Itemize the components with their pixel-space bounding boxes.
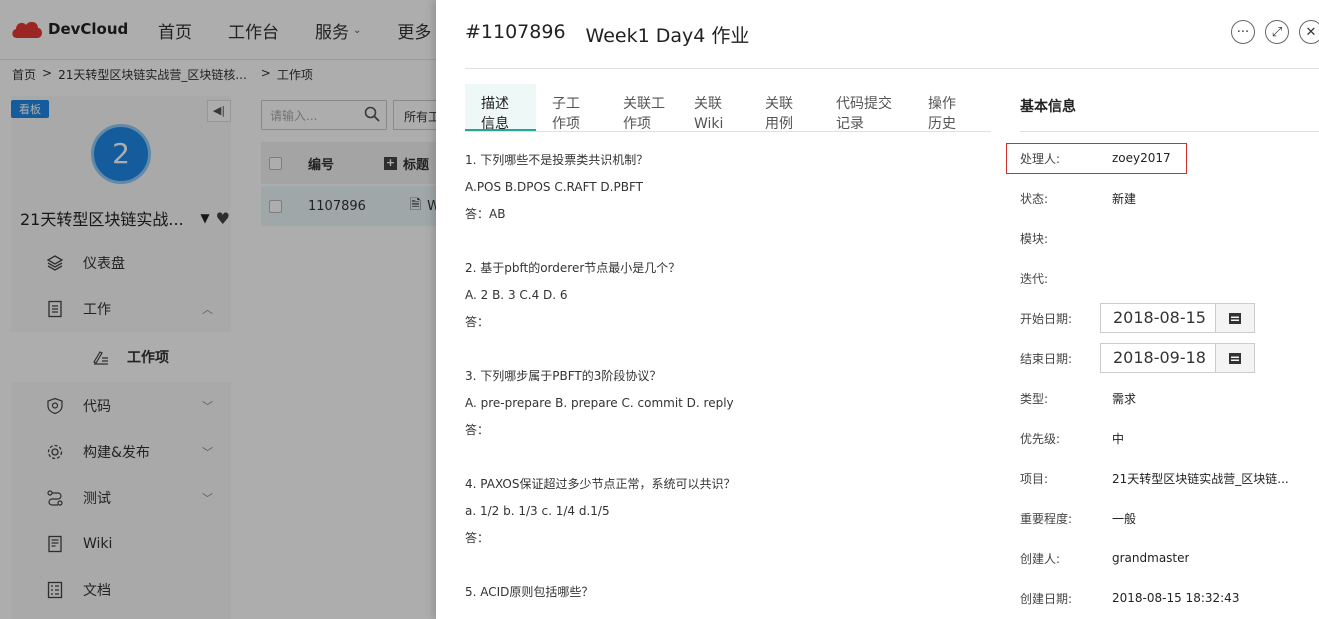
ellipsis-icon: ··· [1236,24,1250,40]
divider [465,68,1319,69]
drawer-title: #1107896 Week1 Day4 作业 [465,21,749,48]
tab-history[interactable]: 操作 历史 [912,84,983,132]
question-options: A.POS B.DPOS C.RAFT D.PBFT [465,180,643,194]
more-options-button[interactable]: ··· [1231,20,1255,44]
field-label: 项目: [1020,471,1049,486]
field-label: 结束日期: [1020,351,1073,366]
field-label: 创建人: [1020,551,1061,566]
question-text: 5. ACID原则包括哪些？ [465,585,594,599]
question-text: 1. 下列哪些不是投票类共识机制？ [465,153,649,167]
field-assignee[interactable]: 处理人: zoey2017 [1006,138,1319,178]
importance-value[interactable]: 一般 [1112,510,1136,527]
description-content: 1. 下列哪些不是投票类共识机制？ A.POS B.DPOS C.RAFT D.… [465,150,995,609]
question-text: 3. 下列哪步属于PBFT的3阶段协议？ [465,369,662,383]
tab-related-cases[interactable]: 关联 用例 [749,84,820,132]
workitem-detail-drawer: #1107896 Week1 Day4 作业 ··· ⤢ ✕ 描述 信息 子工 … [436,0,1319,619]
question-answer: 答： [465,423,490,437]
question-block: 5. ACID原则包括哪些？ [465,582,995,609]
expand-icon: ⤢ [1271,24,1283,40]
field-label: 类型: [1020,391,1049,406]
field-label: 优先级: [1020,431,1061,446]
question-options: a. 1/2 b. 1/3 c. 1/4 d.1/5 [465,504,610,518]
question-text: 4. PAXOS保证超过多少节点正常，系统可以共识？ [465,477,736,491]
field-module[interactable]: 模块: [1020,218,1319,258]
calendar-icon [1229,353,1241,364]
priority-value[interactable]: 中 [1112,430,1124,447]
start-date-input[interactable]: 2018-08-15 [1100,303,1216,333]
start-date-calendar-button[interactable] [1215,303,1255,333]
expand-button[interactable]: ⤢ [1265,20,1289,44]
field-iteration[interactable]: 迭代: [1020,258,1319,298]
tab-subtasks[interactable]: 子工 作项 [536,84,607,132]
divider [1020,131,1319,132]
field-priority[interactable]: 优先级: 中 [1020,418,1319,458]
question-text: 2. 基于pbft的orderer节点最小是几个？ [465,261,681,275]
field-status[interactable]: 状态: 新建 [1020,178,1319,218]
calendar-icon [1229,313,1241,324]
workitem-title[interactable]: Week1 Day4 作业 [586,21,750,48]
created-date-value: 2018-08-15 18:32:43 [1112,591,1240,605]
tab-related-items[interactable]: 关联工 作项 [607,84,678,132]
field-importance[interactable]: 重要程度: 一般 [1020,498,1319,538]
workitem-id: #1107896 [465,21,566,43]
status-value[interactable]: 新建 [1112,190,1136,207]
end-date-input[interactable]: 2018-09-18 [1100,343,1216,373]
field-project: 项目: 21天转型区块链实战营_区块链... [1020,458,1319,498]
end-date-calendar-button[interactable] [1215,343,1255,373]
detail-tabs: 描述 信息 子工 作项 关联工 作项 关联 Wiki 关联 用例 代码提交 记录… [465,84,991,132]
question-block: 2. 基于pbft的orderer节点最小是几个？ A. 2 B. 3 C.4 … [465,258,995,366]
drawer-actions: ··· ⤢ ✕ [1231,20,1319,44]
field-label: 模块: [1020,231,1049,246]
question-block: 4. PAXOS保证超过多少节点正常，系统可以共识？ a. 1/2 b. 1/3… [465,474,995,582]
type-value[interactable]: 需求 [1112,390,1136,407]
field-label: 状态: [1020,191,1049,206]
modal-overlay[interactable] [0,0,436,619]
field-label: 创建日期: [1020,591,1073,606]
tab-description[interactable]: 描述 信息 [465,84,536,132]
question-block: 1. 下列哪些不是投票类共识机制？ A.POS B.DPOS C.RAFT D.… [465,150,995,258]
question-answer: 答： [465,531,490,545]
field-created-date: 创建日期: 2018-08-15 18:32:43 [1020,578,1319,618]
tab-related-wiki[interactable]: 关联 Wiki [678,84,749,132]
creator-value: grandmaster [1112,551,1190,565]
question-options: A. 2 B. 3 C.4 D. 6 [465,288,568,302]
close-button[interactable]: ✕ [1299,20,1319,44]
question-answer: 答： [465,315,490,329]
field-type[interactable]: 类型: 需求 [1020,378,1319,418]
project-value: 21天转型区块链实战营_区块链... [1112,471,1289,486]
question-options: A. pre-prepare B. prepare C. commit D. r… [465,396,734,410]
question-block: 3. 下列哪步属于PBFT的3阶段协议？ A. pre-prepare B. p… [465,366,995,474]
tab-commits[interactable]: 代码提交 记录 [820,84,912,132]
close-icon: ✕ [1305,24,1317,40]
field-creator: 创建人: grandmaster [1020,538,1319,578]
assignee-highlight [1006,143,1187,174]
question-answer: 答：AB [465,207,506,221]
basic-info-title: 基本信息 [1020,99,1076,115]
basic-info-panel: 处理人: zoey2017 状态: 新建 模块: 迭代: 开始日期: 2018-… [1006,138,1319,618]
field-label: 开始日期: [1020,311,1073,326]
field-label: 迭代: [1020,271,1049,286]
field-label: 重要程度: [1020,511,1073,526]
field-end-date: 结束日期: 2018-09-18 [1020,338,1319,378]
field-start-date: 开始日期: 2018-08-15 [1020,298,1319,338]
